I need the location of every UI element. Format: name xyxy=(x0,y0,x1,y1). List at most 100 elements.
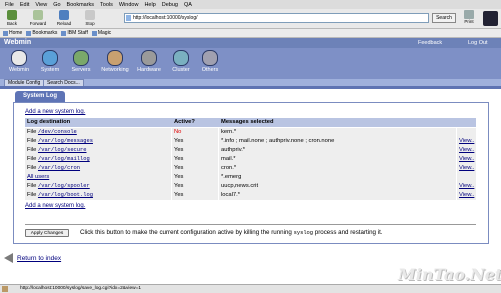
view-link[interactable]: View.. xyxy=(459,183,474,189)
active-cell: Yes xyxy=(172,173,218,182)
log-destination-cell: File /var/log/messages xyxy=(25,137,171,146)
category-others[interactable]: Others xyxy=(193,50,227,73)
browser-statusbar: http://localhost:10000/syslog/save_log.c… xyxy=(0,284,501,293)
bookmark-ibm-staff[interactable]: IBM Staff xyxy=(61,30,88,36)
table-row: File /var/log/maillog Yes mail.* View.. xyxy=(25,155,476,164)
module-tabs: Module Config Search Docs... xyxy=(0,79,501,86)
printer-icon xyxy=(464,10,474,19)
log-path-link[interactable]: /var/log/boot.log xyxy=(38,192,93,198)
destination-type: File xyxy=(27,147,37,153)
feedback-link[interactable]: Feedback xyxy=(418,40,442,46)
bookmark-bookmarks[interactable]: Bookmarks xyxy=(26,30,57,36)
category-servers[interactable]: Servers xyxy=(64,50,98,73)
add-system-log-link-bottom[interactable]: Add a new system log. xyxy=(25,203,85,209)
print-button[interactable]: Print xyxy=(460,10,478,25)
tab-search-docs[interactable]: Search Docs... xyxy=(43,79,84,86)
bookmark-magic-label: Magic xyxy=(97,30,112,36)
active-cell: Yes xyxy=(172,137,218,146)
messages-cell: mail.* xyxy=(219,155,456,164)
log-destination-cell: All users xyxy=(25,173,171,182)
menu-go[interactable]: Go xyxy=(53,2,60,8)
apply-text-code: syslog xyxy=(293,230,314,236)
destination-type: File xyxy=(27,138,37,144)
active-cell: Yes xyxy=(172,146,218,155)
forward-arrow-icon xyxy=(33,10,43,20)
view-link[interactable]: View.. xyxy=(459,156,474,162)
log-path-link[interactable]: /var/log/spooler xyxy=(38,183,90,189)
log-destination-cell: File /var/log/boot.log xyxy=(25,191,171,200)
menu-edit[interactable]: Edit xyxy=(20,2,29,8)
active-cell: No xyxy=(172,128,218,137)
stop-label: Stop xyxy=(85,21,95,26)
menu-file[interactable]: File xyxy=(5,2,14,8)
all-users-link[interactable]: All users xyxy=(27,174,49,180)
log-destination-cell: File /var/log/cron xyxy=(25,164,171,173)
bookmark-folder-icon xyxy=(91,30,97,36)
menu-window[interactable]: Window xyxy=(119,2,139,8)
log-path-link[interactable]: /var/log/maillog xyxy=(38,156,90,162)
bookmarks-bar: Home Bookmarks IBM Staff Magic xyxy=(0,29,501,38)
category-hardware[interactable]: Hardware xyxy=(132,50,166,73)
home-icon xyxy=(3,30,8,36)
logout-link[interactable]: Log Out xyxy=(468,40,488,46)
table-row: File /var/log/boot.log Yes local7.* View… xyxy=(25,191,476,200)
apply-text-before: Click this button to make the current co… xyxy=(80,229,292,236)
category-label: Hardware xyxy=(137,67,161,73)
cluster-icon xyxy=(173,50,189,66)
bookmark-ibm-staff-label: IBM Staff xyxy=(67,30,88,36)
destination-type: File xyxy=(27,192,37,198)
active-cell: Yes xyxy=(172,191,218,200)
view-link[interactable]: View.. xyxy=(459,138,474,144)
bookmark-magic[interactable]: Magic xyxy=(91,30,112,36)
reload-button[interactable]: Reload xyxy=(53,10,75,26)
view-link[interactable]: View.. xyxy=(459,147,474,153)
view-cell xyxy=(457,128,476,137)
view-link[interactable]: View.. xyxy=(459,192,474,198)
log-path-link[interactable]: /dev/console xyxy=(38,129,77,135)
reload-icon xyxy=(59,10,69,20)
table-row: File /var/log/messages Yes *.info ; mail… xyxy=(25,137,476,146)
menu-help[interactable]: Help xyxy=(144,2,155,8)
webmin-header: Webmin Feedback Log Out xyxy=(0,38,501,48)
log-destination-cell: File /dev/console xyxy=(25,128,171,137)
menu-tools[interactable]: Tools xyxy=(100,2,113,8)
url-input[interactable]: http://localhost:10000/syslog/ xyxy=(124,13,429,23)
return-to-index-link[interactable]: Return to index xyxy=(17,255,61,262)
table-row: All users Yes *.emerg xyxy=(25,173,476,182)
tab-module-config[interactable]: Module Config xyxy=(4,79,45,86)
menu-bookmarks[interactable]: Bookmarks xyxy=(67,2,95,8)
log-destination-cell: File /var/log/spooler xyxy=(25,182,171,191)
table-row: File /var/log/spooler Yes uucp,news.crit… xyxy=(25,182,476,191)
log-path-link[interactable]: /var/log/messages xyxy=(38,138,93,144)
log-path-link[interactable]: /var/log/secure xyxy=(38,147,87,153)
menu-debug[interactable]: Debug xyxy=(162,2,178,8)
header-log-destination: Log destination xyxy=(27,119,71,125)
menu-qa[interactable]: QA xyxy=(184,2,192,8)
back-button[interactable]: Back xyxy=(1,10,23,26)
view-cell: View.. xyxy=(457,155,476,164)
category-networking[interactable]: Networking xyxy=(98,50,132,73)
browser-menubar: File Edit View Go Bookmarks Tools Window… xyxy=(0,0,501,9)
view-cell: View.. xyxy=(457,191,476,200)
category-webmin[interactable]: Webmin xyxy=(2,50,36,73)
view-cell: View.. xyxy=(457,137,476,146)
stop-button[interactable]: Stop xyxy=(79,10,101,26)
view-cell: View.. xyxy=(457,146,476,155)
view-link[interactable]: View.. xyxy=(459,165,474,171)
return-to-index[interactable]: Return to index xyxy=(4,253,61,263)
log-path-link[interactable]: /var/log/cron xyxy=(38,165,80,171)
forward-button[interactable]: Forward xyxy=(27,10,49,26)
category-system[interactable]: System xyxy=(33,50,67,73)
search-button[interactable]: Search xyxy=(432,13,456,23)
print-label: Print xyxy=(464,19,474,24)
add-system-log-link-top[interactable]: Add a new system log. xyxy=(25,109,85,115)
destination-type: File xyxy=(27,156,37,162)
browser-toolbar: Back Forward Reload Stop http://localhos… xyxy=(0,9,501,29)
menu-view[interactable]: View xyxy=(35,2,47,8)
active-cell: Yes xyxy=(172,164,218,173)
apply-changes-button[interactable]: Apply Changes xyxy=(25,229,69,237)
destination-type: File xyxy=(27,129,37,135)
system-icon xyxy=(42,50,58,66)
bookmark-home[interactable]: Home xyxy=(3,30,22,36)
status-icon xyxy=(2,286,8,292)
